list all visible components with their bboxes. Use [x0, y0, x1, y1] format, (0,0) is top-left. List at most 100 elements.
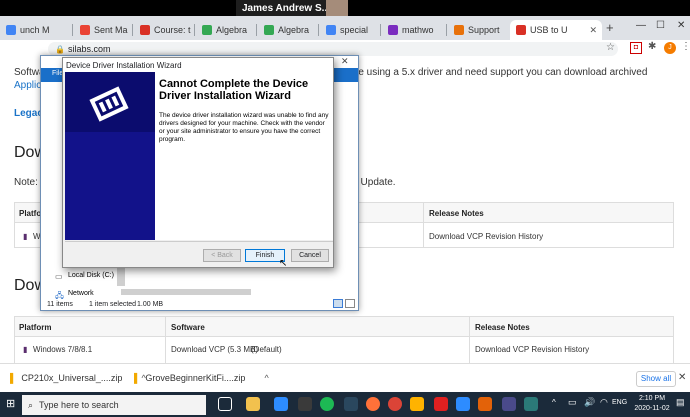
- windows-start-icon[interactable]: ⊞: [6, 398, 18, 410]
- support-icon: [454, 25, 464, 35]
- tab-label: special: [340, 25, 369, 35]
- mathworks-icon: [388, 25, 398, 35]
- browser-tab[interactable]: unch M: [0, 20, 50, 40]
- dialog-title: Device Driver Installation Wizard: [63, 58, 333, 72]
- spotify-icon[interactable]: [320, 397, 334, 411]
- windows-icon: ▮: [23, 345, 28, 354]
- divider: [65, 241, 333, 242]
- wizard-message: The device driver installation wizard wa…: [159, 112, 329, 143]
- horizontal-scrollbar[interactable]: [121, 289, 251, 295]
- table-header-platform: Platfo: [19, 209, 42, 218]
- zoom-icon[interactable]: [456, 397, 470, 411]
- star-icon[interactable]: ☆: [606, 42, 615, 53]
- browser-tab[interactable]: special: [320, 20, 378, 40]
- zip-file-icon: ▌: [134, 373, 141, 383]
- cancel-button[interactable]: Cancel: [291, 249, 329, 262]
- menu-icon[interactable]: ⋮: [681, 41, 690, 52]
- app-icon[interactable]: [298, 397, 312, 411]
- lock-icon: 🔒: [55, 44, 65, 54]
- minimize-icon[interactable]: —: [636, 20, 646, 31]
- participant-video: [326, 0, 348, 16]
- steam-icon[interactable]: [344, 397, 358, 411]
- chrome-icon[interactable]: [388, 397, 402, 411]
- table-header-release: Release Notes: [429, 209, 484, 218]
- network-item[interactable]: Network: [68, 290, 94, 297]
- status-size: 1.00 MB: [137, 301, 164, 308]
- language-indicator[interactable]: ENG: [612, 399, 627, 406]
- task-view-icon[interactable]: [218, 397, 232, 411]
- wifi-icon[interactable]: ◠: [600, 397, 608, 408]
- app-icon[interactable]: [524, 397, 538, 411]
- tab-favicon-icon: [6, 25, 16, 35]
- details-view-icon[interactable]: [333, 299, 343, 308]
- notification-icon[interactable]: ▤: [676, 397, 685, 408]
- wizard-banner-image: [65, 72, 155, 240]
- drive-icon: ▭: [55, 272, 63, 281]
- zoom-icon[interactable]: [274, 397, 288, 411]
- status-item-count: 11 items: [47, 301, 73, 308]
- address-bar[interactable]: 🔒 silabs.com: [48, 42, 618, 56]
- network-tray-icon[interactable]: ▭: [568, 397, 577, 408]
- tab-label: USB to U: [530, 25, 568, 35]
- browser-tab-active[interactable]: USB to U ✕: [510, 20, 602, 40]
- mouse-cursor-icon: ↖: [279, 258, 288, 269]
- chevron-up-icon[interactable]: ^: [264, 373, 268, 383]
- local-disk-item[interactable]: Local Disk (C:): [68, 272, 114, 279]
- clock-date: 2020-11-02: [634, 405, 670, 412]
- new-tab-button[interactable]: +: [606, 21, 620, 35]
- app-icon[interactable]: [410, 397, 424, 411]
- table-header-platform: Platform: [19, 323, 52, 332]
- tab-label: mathwo: [402, 25, 434, 35]
- download-filename: GroveBeginnerKitFi....zip: [145, 373, 246, 383]
- zoom-participant-banner: James Andrew S...: [236, 0, 348, 16]
- app-icon[interactable]: [478, 397, 492, 411]
- tab-label: Algebra: [216, 25, 248, 35]
- close-tab-icon[interactable]: ✕: [589, 25, 602, 36]
- table-cell-platform: Windows 7/8/8.1: [33, 345, 93, 354]
- google-icon: [326, 25, 336, 35]
- download-item[interactable]: ▌ CP210x_Universal_....zip ^: [10, 368, 146, 388]
- browser-tab[interactable]: Algebra: [258, 20, 316, 40]
- tab-label: Algebra: [278, 25, 310, 35]
- intro-line-right: re using a 5.x driver and need support y…: [355, 67, 648, 78]
- download-table-2: Platform Software Release Notes ▮ Window…: [14, 316, 674, 363]
- app-icon[interactable]: [502, 397, 516, 411]
- gmail-icon: [80, 25, 90, 35]
- participant-name: James Andrew S...: [242, 2, 330, 14]
- tab-label: unch M: [20, 25, 50, 35]
- close-downloads-icon[interactable]: ✕: [678, 372, 686, 383]
- download-vcp-link[interactable]: Download VCP (5.3 MB): [171, 345, 258, 354]
- tiles-view-icon[interactable]: [345, 299, 355, 308]
- browser-tab[interactable]: mathwo: [382, 20, 444, 40]
- pdf-icon[interactable]: [434, 397, 448, 411]
- explorer-icon[interactable]: [246, 397, 260, 411]
- puzzle-icon[interactable]: ✱: [648, 41, 656, 52]
- browser-tab[interactable]: Support: [448, 20, 508, 40]
- extension-icon[interactable]: ◘: [630, 42, 642, 54]
- taskbar-search[interactable]: ⌕ Type here to search: [22, 395, 206, 415]
- revision-history-link[interactable]: Download VCP Revision History: [475, 345, 589, 354]
- browser-tab[interactable]: Sent Ma: [74, 20, 132, 40]
- algebra-icon: [264, 25, 274, 35]
- download-item[interactable]: ▌ GroveBeginnerKitFi....zip ^: [134, 368, 269, 388]
- back-button[interactable]: < Back: [203, 249, 241, 262]
- tab-label: Course: t: [154, 25, 191, 35]
- revision-history-link[interactable]: Download VCP Revision History: [429, 232, 543, 241]
- close-window-icon[interactable]: ✕: [341, 56, 349, 67]
- show-all-button[interactable]: Show all: [636, 371, 676, 387]
- algebra-icon: [202, 25, 212, 35]
- firefox-icon[interactable]: [366, 397, 380, 411]
- tray-chevron-icon[interactable]: ^: [552, 398, 556, 407]
- clock[interactable]: 2:10 PM 2020-11-02: [632, 394, 672, 414]
- table-header-release: Release Notes: [475, 323, 530, 332]
- close-window-icon[interactable]: ✕: [677, 20, 685, 31]
- browser-tab[interactable]: Course: t: [134, 20, 192, 40]
- volume-icon[interactable]: 🔊: [584, 397, 595, 408]
- tab-label: Sent Ma: [94, 25, 128, 35]
- browser-tab[interactable]: Algebra: [196, 20, 254, 40]
- avatar[interactable]: J: [664, 42, 676, 54]
- default-label: (Default): [251, 345, 282, 354]
- maximize-icon[interactable]: ☐: [656, 20, 665, 31]
- driver-wizard-dialog: Device Driver Installation Wizard Cannot…: [62, 57, 334, 269]
- zip-file-icon: ▌: [10, 373, 17, 383]
